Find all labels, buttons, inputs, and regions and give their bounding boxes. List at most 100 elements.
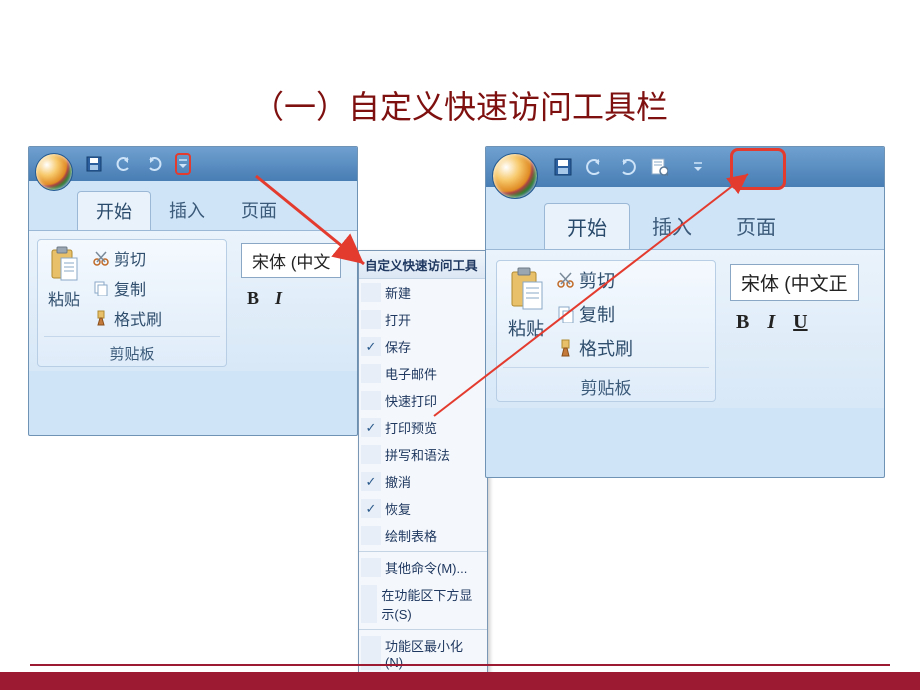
checkmark-icon [361, 445, 381, 464]
dropdown-item[interactable]: 快速打印 [359, 387, 487, 414]
save-icon[interactable] [85, 155, 103, 173]
dropdown-item[interactable]: ✓恢复 [359, 495, 487, 522]
copy-button[interactable]: 复制 [557, 299, 633, 329]
clipboard-group-label-left: 剪贴板 [44, 336, 220, 364]
tab-home[interactable]: 开始 [77, 191, 151, 230]
dropdown-item[interactable]: 电子邮件 [359, 360, 487, 387]
dropdown-item-label: 打开 [385, 310, 411, 329]
bold-button[interactable]: B [736, 311, 749, 334]
ribbon-tabs-left: 开始 插入 页面 [29, 191, 357, 230]
office-window-before: 开始 插入 页面 粘贴 剪切 [28, 146, 358, 436]
qat-customize-button-left[interactable] [175, 153, 191, 175]
cut-button[interactable]: 剪切 [557, 265, 633, 295]
quick-access-toolbar-left [85, 153, 191, 175]
scissors-icon [92, 249, 110, 267]
redo-icon[interactable] [145, 155, 163, 173]
ribbon-body-right: 粘贴 剪切 复制 格式刷 [486, 249, 884, 408]
minimize-ribbon-item[interactable]: 功能区最小化(N) [359, 632, 487, 674]
qat-customize-button-right[interactable] [690, 156, 706, 178]
ribbon-body-left: 粘贴 剪切 复制 格式刷 [29, 230, 357, 371]
tab-insert[interactable]: 插入 [151, 191, 223, 230]
ribbon-tabs-right: 开始 插入 页面 [486, 203, 884, 249]
undo-icon[interactable] [586, 158, 604, 176]
dropdown-item-label: 快速打印 [385, 391, 437, 410]
italic-button[interactable]: I [275, 288, 282, 309]
dropdown-item-label: 保存 [385, 337, 411, 356]
dropdown-item-label: 恢复 [385, 499, 411, 518]
cut-label: 剪切 [114, 246, 146, 270]
title-bar-left [29, 147, 357, 181]
checkmark-icon [361, 283, 381, 302]
save-icon[interactable] [554, 158, 572, 176]
more-commands-label: 其他命令(M)... [385, 558, 467, 577]
office-button[interactable] [35, 153, 73, 191]
highlight-box-right [730, 148, 786, 190]
checkmark-icon [361, 526, 381, 545]
cut-label: 剪切 [579, 267, 615, 293]
clipboard-group-label-right: 剪贴板 [503, 367, 709, 399]
copy-button[interactable]: 复制 [92, 274, 162, 302]
bold-button[interactable]: B [247, 288, 259, 309]
redo-icon[interactable] [618, 158, 636, 176]
title-bar-right [486, 147, 884, 187]
font-group-right: 宋体 (中文正 B I U [726, 260, 863, 402]
font-family-combo-right[interactable]: 宋体 (中文正 [730, 264, 859, 301]
cut-button[interactable]: 剪切 [92, 244, 162, 272]
undo-icon[interactable] [115, 155, 133, 173]
footer-stripe [0, 672, 920, 690]
dropdown-item[interactable]: ✓打印预览 [359, 414, 487, 441]
show-below-item[interactable]: 在功能区下方显示(S) [359, 581, 487, 627]
checkmark-icon [361, 391, 381, 410]
dropdown-item-label: 打印预览 [385, 418, 437, 437]
copy-label: 复制 [579, 301, 615, 327]
dropdown-item-label: 拼写和语法 [385, 445, 450, 464]
tab-layout[interactable]: 页面 [223, 191, 295, 230]
format-painter-button[interactable]: 格式刷 [557, 333, 633, 363]
dropdown-item[interactable]: ✓撤消 [359, 468, 487, 495]
qat-customize-menu: 自定义快速访问工具 新建打开✓保存电子邮件快速打印✓打印预览拼写和语法✓撤消✓恢… [358, 250, 488, 675]
tab-home[interactable]: 开始 [544, 203, 630, 249]
paste-icon [507, 267, 545, 313]
checkmark-icon: ✓ [361, 499, 381, 518]
tab-layout[interactable]: 页面 [714, 203, 798, 249]
italic-button[interactable]: I [767, 311, 775, 334]
copy-icon [557, 305, 575, 323]
dropdown-item-label: 电子邮件 [385, 364, 437, 383]
paste-button[interactable]: 粘贴 [503, 265, 549, 343]
format-painter-button[interactable]: 格式刷 [92, 304, 162, 332]
paste-button[interactable]: 粘贴 [44, 244, 84, 312]
checkmark-icon: ✓ [361, 337, 381, 356]
format-painter-label: 格式刷 [579, 335, 633, 361]
dropdown-item[interactable]: 绘制表格 [359, 522, 487, 549]
dropdown-item[interactable]: ✓保存 [359, 333, 487, 360]
quick-access-toolbar-right [554, 156, 706, 178]
dropdown-item-label: 绘制表格 [385, 526, 437, 545]
underline-button[interactable]: U [793, 311, 807, 334]
print-preview-icon[interactable] [650, 158, 668, 176]
dropdown-item[interactable]: 拼写和语法 [359, 441, 487, 468]
footer-divider [30, 664, 890, 666]
dropdown-item[interactable]: 新建 [359, 279, 487, 306]
office-window-after: 开始 插入 页面 粘贴 剪切 [485, 146, 885, 478]
more-commands-item[interactable]: 其他命令(M)... [359, 554, 487, 581]
scissors-icon [557, 271, 575, 289]
tab-insert[interactable]: 插入 [630, 203, 714, 249]
checkmark-icon [361, 310, 381, 329]
illustration-canvas: 开始 插入 页面 粘贴 剪切 [0, 146, 920, 646]
dropdown-title: 自定义快速访问工具 [359, 251, 487, 279]
paste-icon [48, 246, 80, 284]
office-button-right[interactable] [492, 153, 538, 199]
brush-icon [92, 309, 110, 327]
font-family-combo-left[interactable]: 宋体 (中文 [241, 243, 341, 278]
checkmark-icon [361, 364, 381, 383]
dropdown-item[interactable]: 打开 [359, 306, 487, 333]
font-group-left: 宋体 (中文 B I [237, 239, 345, 367]
dropdown-item-label: 新建 [385, 283, 411, 302]
slide-title: （一）自定义快速访问工具栏 [0, 0, 920, 146]
copy-icon [92, 279, 110, 297]
checkmark-icon: ✓ [361, 472, 381, 491]
checkmark-icon: ✓ [361, 418, 381, 437]
dropdown-item-label: 撤消 [385, 472, 411, 491]
copy-label: 复制 [114, 276, 146, 300]
brush-icon [557, 339, 575, 357]
